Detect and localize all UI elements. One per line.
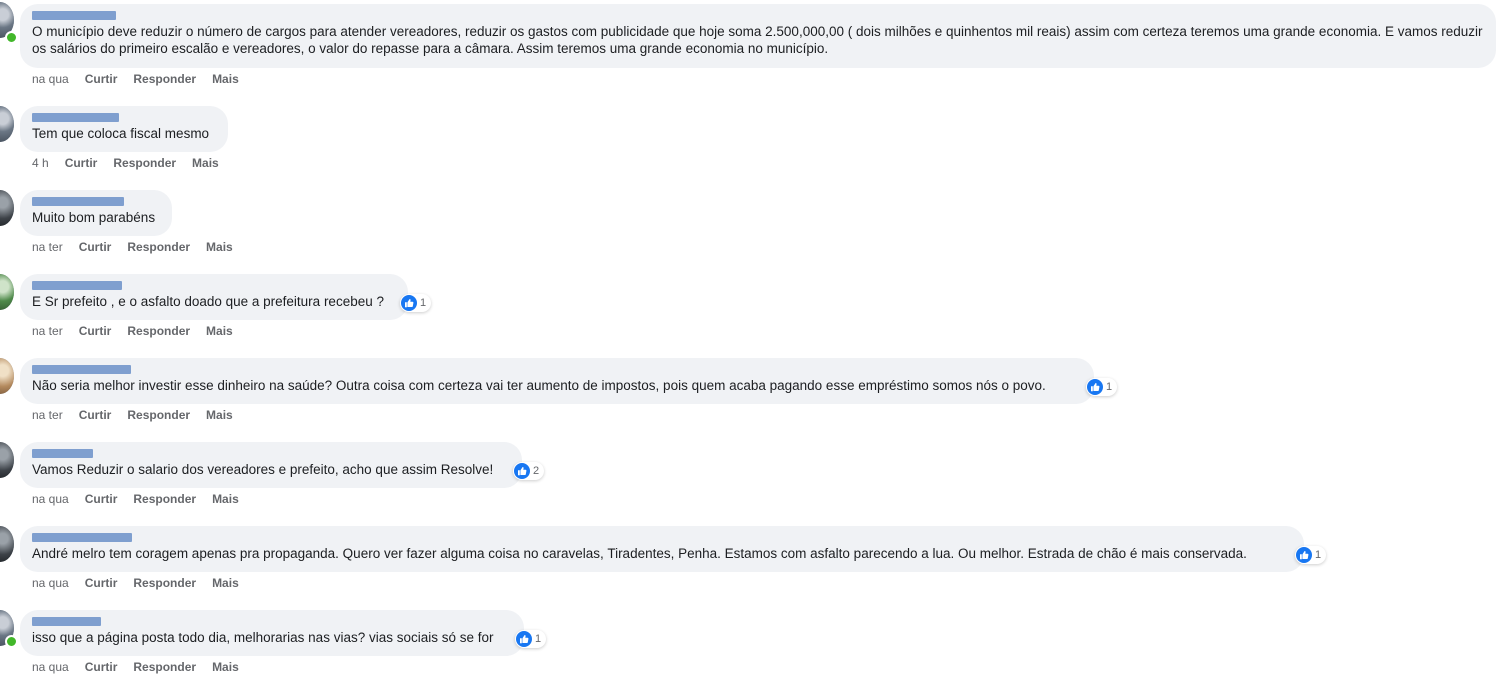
comment-timestamp[interactable]: na qua <box>32 576 69 590</box>
like-thumbs-up-icon <box>516 631 532 647</box>
online-status-icon <box>5 31 18 44</box>
like-thumbs-up-icon <box>1087 379 1103 395</box>
comment-timestamp[interactable]: na ter <box>32 324 63 338</box>
comment-actions: na qua Curtir Responder Mais <box>32 72 255 86</box>
more-button[interactable]: Mais <box>212 660 239 674</box>
like-thumbs-up-icon <box>514 463 530 479</box>
redacted-author-name[interactable] <box>32 197 124 206</box>
reply-button[interactable]: Responder <box>127 324 190 338</box>
reaction-count[interactable]: 1 <box>1295 546 1327 564</box>
reaction-count[interactable]: 1 <box>515 630 547 648</box>
reply-button[interactable]: Responder <box>133 72 196 86</box>
like-button[interactable]: Curtir <box>85 660 118 674</box>
comment-actions: 4 h Curtir Responder Mais <box>32 156 235 170</box>
online-status-icon <box>5 635 18 648</box>
more-button[interactable]: Mais <box>192 156 219 170</box>
redacted-author-name[interactable] <box>32 365 131 374</box>
like-thumbs-up-icon <box>1296 547 1312 563</box>
more-button[interactable]: Mais <box>212 576 239 590</box>
reply-button[interactable]: Responder <box>133 492 196 506</box>
more-button[interactable]: Mais <box>206 324 233 338</box>
reaction-count[interactable]: 2 <box>513 462 545 480</box>
comment-bubble: Não seria melhor investir esse dinheiro … <box>20 358 1094 404</box>
comment-actions: na ter Curtir Responder Mais <box>32 240 249 254</box>
comment-bubble: André melro tem coragem apenas pra propa… <box>20 526 1304 572</box>
reaction-number: 1 <box>1315 549 1322 561</box>
redacted-author-name[interactable] <box>32 449 93 458</box>
more-button[interactable]: Mais <box>206 240 233 254</box>
comment-actions: na ter Curtir Responder Mais <box>32 408 249 422</box>
comment-timestamp[interactable]: na qua <box>32 72 69 86</box>
comment-text: isso que a página posta todo dia, melhor… <box>32 630 494 645</box>
comment-actions: na qua Curtir Responder Mais <box>32 660 255 674</box>
reply-button[interactable]: Responder <box>133 660 196 674</box>
more-button[interactable]: Mais <box>206 408 233 422</box>
comment-bubble: O município deve reduzir o número de car… <box>20 4 1496 68</box>
comment-timestamp[interactable]: na qua <box>32 660 69 674</box>
comment-text: E Sr prefeito , e o asfalto doado que a … <box>32 294 384 309</box>
reaction-count[interactable]: 1 <box>1086 378 1118 396</box>
comment-text: Vamos Reduzir o salario dos vereadores e… <box>32 462 494 477</box>
comment-bubble: Muito bom parabéns <box>20 190 172 236</box>
avatar[interactable] <box>0 442 14 478</box>
comment-bubble: Vamos Reduzir o salario dos vereadores e… <box>20 442 522 488</box>
comment-timestamp[interactable]: na ter <box>32 240 63 254</box>
reaction-number: 1 <box>535 633 542 645</box>
avatar[interactable] <box>0 106 14 142</box>
reply-button[interactable]: Responder <box>133 576 196 590</box>
comment-bubble: E Sr prefeito , e o asfalto doado que a … <box>20 274 408 320</box>
like-button[interactable]: Curtir <box>79 240 112 254</box>
comment-text: Muito bom parabéns <box>32 210 156 225</box>
comment-text: Tem que coloca fiscal mesmo <box>32 126 210 141</box>
like-button[interactable]: Curtir <box>79 324 112 338</box>
like-button[interactable]: Curtir <box>79 408 112 422</box>
comment-bubble: Tem que coloca fiscal mesmo <box>20 106 228 152</box>
reply-button[interactable]: Responder <box>127 240 190 254</box>
comment-text: André melro tem coragem apenas pra propa… <box>32 546 1247 561</box>
reply-button[interactable]: Responder <box>127 408 190 422</box>
avatar[interactable] <box>0 190 14 226</box>
redacted-author-name[interactable] <box>32 617 101 626</box>
like-button[interactable]: Curtir <box>85 72 118 86</box>
avatar[interactable] <box>0 526 14 562</box>
comment-actions: na qua Curtir Responder Mais <box>32 492 255 506</box>
redacted-author-name[interactable] <box>32 533 132 542</box>
avatar[interactable] <box>0 358 14 394</box>
reaction-number: 2 <box>533 465 540 477</box>
comment-actions: na ter Curtir Responder Mais <box>32 324 249 338</box>
comment-text: O município deve reduzir o número de car… <box>32 24 1483 56</box>
comment-timestamp[interactable]: na ter <box>32 408 63 422</box>
reaction-number: 1 <box>1106 381 1113 393</box>
comment-actions: na qua Curtir Responder Mais <box>32 576 255 590</box>
like-thumbs-up-icon <box>401 295 417 311</box>
redacted-author-name[interactable] <box>32 11 116 20</box>
reply-button[interactable]: Responder <box>113 156 176 170</box>
more-button[interactable]: Mais <box>212 492 239 506</box>
avatar[interactable] <box>0 274 14 310</box>
like-button[interactable]: Curtir <box>65 156 98 170</box>
comment-timestamp[interactable]: na qua <box>32 492 69 506</box>
comment-text: Não seria melhor investir esse dinheiro … <box>32 378 1046 393</box>
like-button[interactable]: Curtir <box>85 492 118 506</box>
comment-bubble: isso que a página posta todo dia, melhor… <box>20 610 524 656</box>
redacted-author-name[interactable] <box>32 281 122 290</box>
comment-timestamp[interactable]: 4 h <box>32 156 49 170</box>
reaction-number: 1 <box>420 297 427 309</box>
redacted-author-name[interactable] <box>32 113 119 122</box>
more-button[interactable]: Mais <box>212 72 239 86</box>
reaction-count[interactable]: 1 <box>400 294 432 312</box>
like-button[interactable]: Curtir <box>85 576 118 590</box>
